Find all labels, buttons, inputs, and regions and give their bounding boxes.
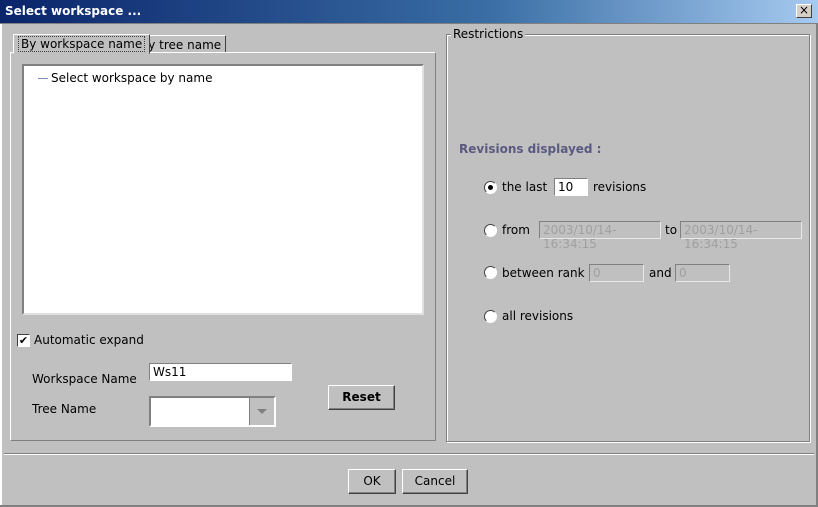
rank-from-input[interactable]: 0 bbox=[589, 264, 644, 282]
checkmark-icon: ✔ bbox=[18, 334, 29, 347]
restrictions-title: Restrictions bbox=[451, 27, 526, 41]
radio-all-revisions[interactable] bbox=[484, 310, 497, 323]
tab-label: By workspace name bbox=[18, 36, 146, 52]
automatic-expand-label: Automatic expand bbox=[34, 333, 144, 347]
radio-from[interactable] bbox=[484, 224, 497, 237]
title-bar: Select workspace ... × bbox=[0, 0, 818, 24]
from-label: from bbox=[502, 223, 530, 237]
ok-button[interactable]: OK bbox=[348, 469, 396, 494]
close-icon: × bbox=[798, 3, 810, 17]
and-label: and bbox=[649, 266, 672, 280]
tree-name-combo[interactable] bbox=[149, 396, 276, 427]
cancel-button[interactable]: Cancel bbox=[402, 469, 468, 494]
close-button[interactable]: × bbox=[796, 4, 812, 18]
to-label: to bbox=[665, 223, 678, 237]
tab-label: By tree name bbox=[140, 38, 222, 52]
radio-the-last[interactable] bbox=[484, 181, 497, 194]
rank-to-input[interactable]: 0 bbox=[675, 264, 730, 282]
revisions-suffix-label: revisions bbox=[593, 180, 647, 194]
the-last-label: the last bbox=[502, 180, 548, 194]
automatic-expand-checkbox[interactable]: ✔ bbox=[17, 334, 30, 347]
tree-name-dropdown-button[interactable] bbox=[249, 398, 274, 425]
reset-button[interactable]: Reset bbox=[328, 385, 395, 410]
window-frame-left bbox=[0, 24, 2, 507]
revisions-displayed-title: Revisions displayed : bbox=[459, 142, 602, 156]
tree-name-label: Tree Name bbox=[32, 402, 97, 416]
workspace-name-label: Workspace Name bbox=[32, 372, 137, 386]
chevron-down-icon bbox=[257, 409, 267, 414]
radio-selected-dot bbox=[488, 185, 493, 190]
workspace-tree[interactable]: Select workspace by name bbox=[22, 64, 424, 315]
workspace-name-input[interactable]: Ws11 bbox=[149, 363, 292, 381]
window-title: Select workspace ... bbox=[5, 4, 142, 18]
last-count-input[interactable]: 10 bbox=[554, 178, 588, 196]
from-date-input[interactable]: 2003/10/14-16:34:15 bbox=[539, 221, 661, 251]
between-rank-label: between rank bbox=[502, 266, 585, 280]
radio-between-rank[interactable] bbox=[484, 266, 497, 279]
tree-connector-line bbox=[38, 78, 48, 79]
tab-by-workspace-name[interactable]: By workspace name bbox=[13, 34, 151, 54]
tree-root-node[interactable]: Select workspace by name bbox=[51, 71, 212, 85]
to-date-input[interactable]: 2003/10/14-16:34:15 bbox=[680, 221, 802, 251]
all-revisions-label: all revisions bbox=[502, 309, 574, 323]
footer-separator-highlight bbox=[4, 454, 814, 455]
